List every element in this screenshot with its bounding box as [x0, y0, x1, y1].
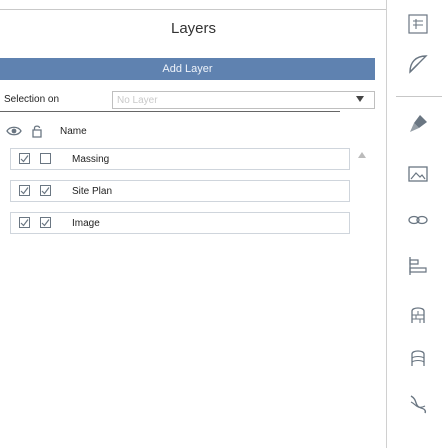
eye-icon[interactable]	[6, 124, 22, 143]
chevron-down-icon	[356, 96, 364, 102]
layer-name: Image	[72, 218, 100, 229]
lock-checkbox[interactable]	[40, 153, 51, 164]
building-icon[interactable]	[406, 346, 430, 370]
layer-row[interactable]: Image	[10, 212, 350, 234]
layers-panel: Layers Add Layer Selection on No Layer N…	[0, 0, 395, 448]
toolbar-separator	[396, 96, 442, 97]
lock-checkbox[interactable]	[40, 185, 51, 196]
list-scrollbar[interactable]	[354, 148, 372, 418]
image-icon[interactable]	[406, 162, 430, 186]
scroll-up-icon[interactable]	[358, 152, 366, 158]
window-restore-icon[interactable]	[406, 12, 430, 36]
selection-placeholder: No Layer	[117, 95, 158, 106]
curve-icon[interactable]	[406, 392, 430, 416]
panel-divider	[386, 0, 387, 448]
pen-tool-icon[interactable]	[406, 52, 430, 76]
selection-label: Selection on	[4, 94, 60, 105]
name-column-header: Name	[60, 126, 87, 137]
lock-checkbox[interactable]	[40, 217, 51, 228]
align-left-icon[interactable]	[406, 254, 430, 278]
visibility-checkbox[interactable]	[19, 185, 30, 196]
visibility-checkbox[interactable]	[19, 153, 30, 164]
paint-brush-icon[interactable]	[406, 112, 430, 136]
visibility-checkbox[interactable]	[19, 217, 30, 228]
selection-dropdown[interactable]: No Layer	[112, 91, 375, 109]
selection-row: Selection on No Layer	[0, 88, 375, 114]
add-layer-button[interactable]: Add Layer	[0, 58, 375, 80]
selection-underline	[0, 111, 340, 112]
link-icon[interactable]	[406, 208, 430, 232]
layer-name: Massing	[72, 154, 110, 165]
lock-icon[interactable]	[30, 124, 44, 143]
wall-icon[interactable]	[406, 302, 430, 326]
panel-title: Layers	[170, 20, 217, 37]
layers-list: Massing Site Plan Image	[0, 148, 375, 418]
tool-sidebar	[396, 8, 442, 448]
layer-row[interactable]: Site Plan	[10, 180, 350, 202]
layers-header: Name	[0, 120, 375, 144]
top-divider	[0, 9, 387, 10]
layer-row[interactable]: Massing	[10, 148, 350, 170]
layer-name: Site Plan	[72, 186, 113, 197]
